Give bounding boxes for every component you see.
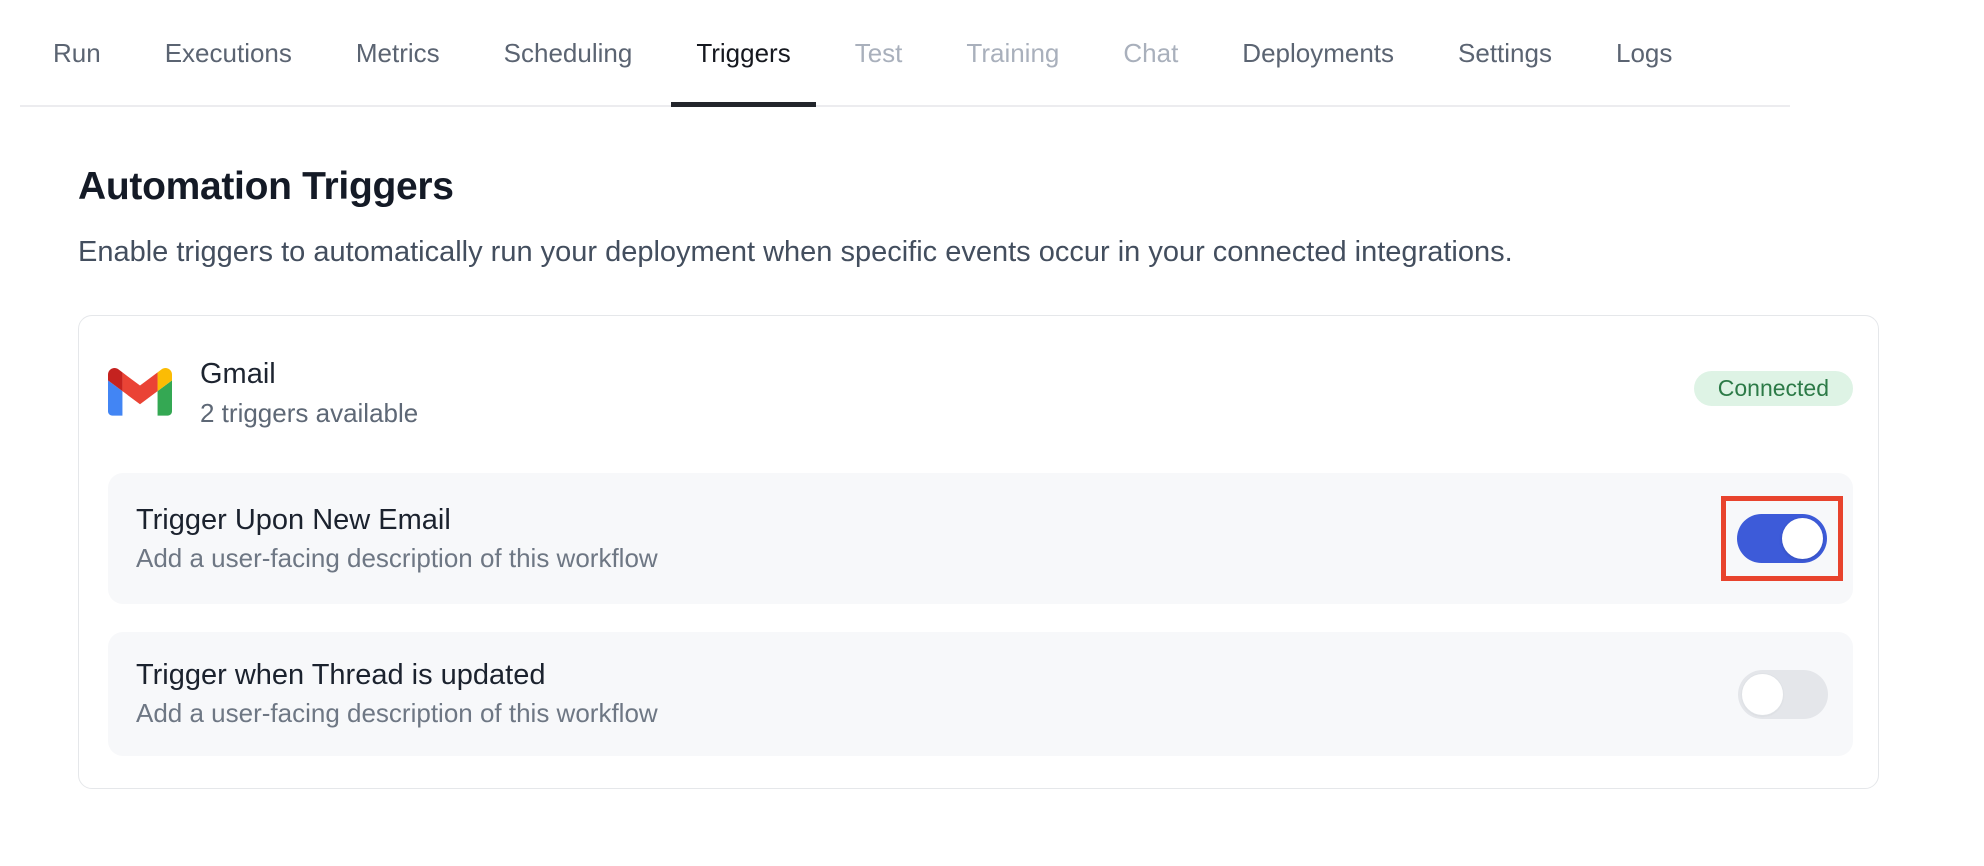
tab-executions[interactable]: Executions bbox=[165, 0, 292, 107]
integration-text: Gmail 2 triggers available bbox=[200, 358, 418, 429]
trigger-row-text: Trigger Upon New Email Add a user-facing… bbox=[136, 504, 658, 574]
tab-bar: Run Executions Metrics Scheduling Trigge… bbox=[0, 0, 1984, 107]
tab-logs[interactable]: Logs bbox=[1616, 0, 1672, 107]
tab-test[interactable]: Test bbox=[855, 0, 903, 107]
gmail-logo-icon bbox=[108, 366, 172, 416]
connected-status-badge: Connected bbox=[1694, 371, 1853, 406]
integration-card: Gmail 2 triggers available Connected Tri… bbox=[78, 315, 1879, 789]
trigger-title: Trigger Upon New Email bbox=[136, 504, 658, 537]
trigger-row-thread-updated: Trigger when Thread is updated Add a use… bbox=[108, 632, 1853, 756]
toggle-knob bbox=[1782, 518, 1823, 559]
integration-subtitle: 2 triggers available bbox=[200, 398, 418, 429]
integration-card-header: Gmail 2 triggers available Connected bbox=[108, 358, 1853, 429]
toggle-knob bbox=[1742, 674, 1783, 715]
annotation-highlight-box bbox=[1721, 496, 1843, 581]
tab-chat[interactable]: Chat bbox=[1123, 0, 1178, 107]
tab-training[interactable]: Training bbox=[966, 0, 1059, 107]
tab-triggers-label: Triggers bbox=[696, 38, 790, 69]
trigger-title: Trigger when Thread is updated bbox=[136, 659, 658, 692]
toggle-slot bbox=[1721, 496, 1828, 581]
tab-run[interactable]: Run bbox=[53, 0, 101, 107]
tab-scheduling[interactable]: Scheduling bbox=[504, 0, 633, 107]
toggle-slot bbox=[1738, 670, 1828, 719]
active-tab-underline bbox=[671, 102, 815, 107]
tab-deployments[interactable]: Deployments bbox=[1242, 0, 1394, 107]
tab-metrics[interactable]: Metrics bbox=[356, 0, 440, 107]
integration-name: Gmail bbox=[200, 358, 418, 391]
new-email-toggle[interactable] bbox=[1737, 514, 1827, 563]
trigger-list: Trigger Upon New Email Add a user-facing… bbox=[108, 473, 1853, 756]
triggers-panel: Automation Triggers Enable triggers to a… bbox=[0, 165, 1984, 789]
thread-updated-toggle[interactable] bbox=[1738, 670, 1828, 719]
tab-triggers[interactable]: Triggers bbox=[696, 0, 790, 107]
trigger-row-new-email: Trigger Upon New Email Add a user-facing… bbox=[108, 473, 1853, 604]
page-title: Automation Triggers bbox=[78, 165, 1879, 209]
tab-settings[interactable]: Settings bbox=[1458, 0, 1552, 107]
trigger-description: Add a user-facing description of this wo… bbox=[136, 698, 658, 729]
trigger-row-text: Trigger when Thread is updated Add a use… bbox=[136, 659, 658, 729]
page-description: Enable triggers to automatically run you… bbox=[78, 236, 1879, 269]
trigger-description: Add a user-facing description of this wo… bbox=[136, 543, 658, 574]
